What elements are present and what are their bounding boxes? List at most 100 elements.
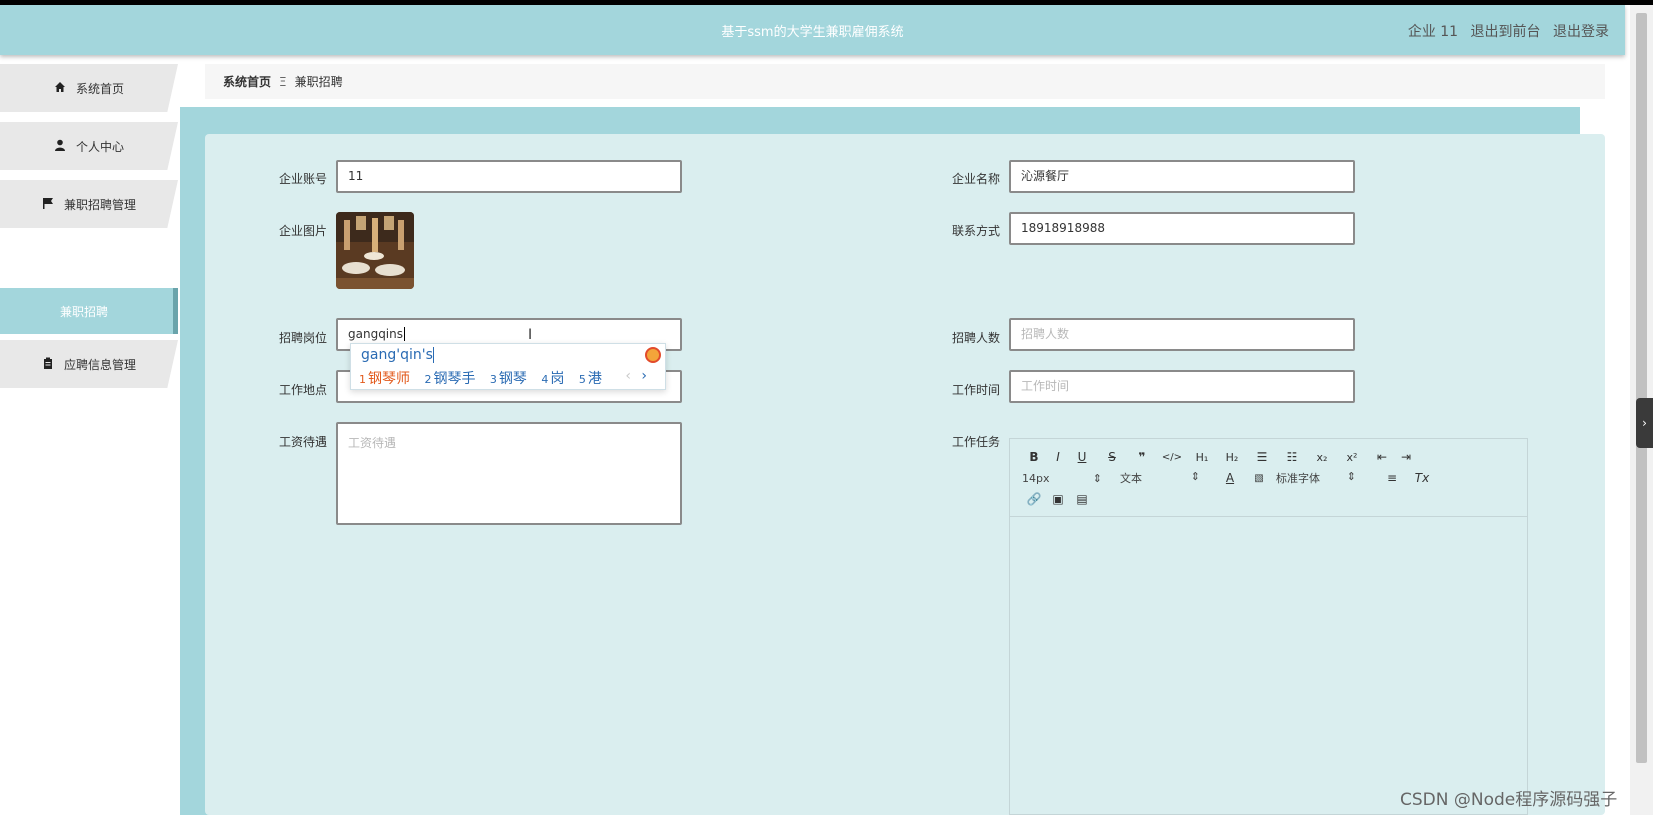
block-type-select[interactable]: 文本 ⇕: [1120, 470, 1200, 486]
clipboard-icon: [42, 357, 54, 372]
header1-icon[interactable]: H₁: [1190, 451, 1214, 464]
sidebar-item-label: 个人中心: [75, 139, 124, 154]
company-name-label: 企业名称: [951, 172, 1000, 186]
chevron-updown-icon: ⇕: [1190, 470, 1200, 483]
ime-candidate[interactable]: 5港: [579, 371, 602, 387]
ime-candidate[interactable]: 4岗: [541, 371, 564, 387]
image-icon[interactable]: ▣: [1046, 492, 1070, 506]
ime-candidate[interactable]: 3 钢琴: [490, 371, 527, 387]
contact-label: 联系方式: [951, 224, 1000, 238]
indent-icon[interactable]: ⇥: [1394, 450, 1418, 464]
header2-icon[interactable]: H₂: [1214, 451, 1250, 464]
current-user: 企业 11: [1407, 24, 1459, 40]
watermark: CSDN @Node程序源码强子: [1400, 790, 1618, 810]
strike-icon[interactable]: S: [1094, 450, 1130, 464]
bullet-list-icon[interactable]: ☷: [1274, 450, 1310, 464]
ime-candidate[interactable]: 1 钢琴师: [359, 371, 410, 387]
breadcrumb-current: 兼职招聘: [294, 75, 343, 89]
background-color-icon[interactable]: ▧: [1242, 473, 1276, 484]
font-color-icon[interactable]: A: [1218, 471, 1242, 485]
ime-pinyin: gang'qin's: [361, 347, 434, 363]
location-label: 工作地点: [278, 383, 327, 397]
breadcrumb-separator: Ξ: [279, 74, 287, 89]
ime-candidate-text: 钢琴手: [433, 371, 476, 387]
ime-candidate-text: 港: [587, 371, 602, 387]
chevron-updown-icon: ⇕: [1092, 471, 1102, 485]
ime-candidate-text: 钢琴师: [368, 371, 410, 387]
work-time-input[interactable]: 工作时间: [1009, 370, 1355, 403]
task-label: 工作任务: [951, 435, 1000, 449]
superscript-icon[interactable]: x²: [1334, 451, 1370, 464]
user-icon: [54, 139, 66, 154]
app-title: 基于ssm的大学生兼职雇佣系统: [721, 25, 904, 40]
block-type-value: 文本: [1120, 472, 1142, 485]
side-expand-tab[interactable]: ›: [1636, 398, 1653, 448]
font-size-select[interactable]: 14px ⇕: [1022, 472, 1102, 485]
outdent-icon[interactable]: ⇤: [1370, 450, 1394, 464]
salary-textarea[interactable]: 工资待遇: [336, 422, 682, 525]
headcount-input[interactable]: 招聘人数: [1009, 318, 1355, 351]
home-icon: [54, 81, 66, 96]
subscript-icon[interactable]: x₂: [1310, 451, 1334, 464]
sidebar: 系统首页 个人中心 兼职招聘管理 兼职招聘 应聘信息管理: [0, 62, 180, 815]
ime-prev-page[interactable]: ‹: [625, 368, 631, 384]
align-icon[interactable]: ≡: [1374, 471, 1410, 485]
logout-link[interactable]: 退出登录: [1553, 24, 1609, 40]
font-family-select[interactable]: 标准字体 ⇕: [1276, 470, 1356, 486]
sidebar-item-label: 兼职招聘管理: [63, 197, 136, 212]
breadcrumb-home[interactable]: 系统首页: [223, 73, 271, 90]
sidebar-item-label: 应聘信息管理: [63, 357, 136, 372]
font-size-value: 14px: [1022, 471, 1050, 485]
sidebar-subitem-job-post[interactable]: 兼职招聘: [0, 288, 178, 334]
ime-candidate[interactable]: 2 钢琴手: [424, 371, 475, 387]
company-account-input[interactable]: 11: [336, 160, 682, 193]
ime-logo-icon: [645, 347, 661, 363]
sidebar-item-label: 系统首页: [75, 81, 124, 96]
task-rich-editor: B I U S ❞ </> H₁ H₂ ☰ ☷ x₂ x² ⇤ ⇥ 14px ⇕…: [1009, 438, 1528, 815]
position-label: 招聘岗位: [278, 331, 327, 345]
toolbar-row-1: B I U S ❞ </> H₁ H₂ ☰ ☷ x₂ x² ⇤ ⇥: [1022, 447, 1418, 467]
toolbar-row-2: 14px ⇕ 文本 ⇕ A ▧ 标准字体 ⇕ ≡ Tx: [1022, 468, 1434, 488]
underline-icon[interactable]: U: [1070, 450, 1094, 464]
ime-candidate-number: 1: [359, 373, 366, 386]
salary-label: 工资待遇: [278, 435, 327, 449]
code-icon[interactable]: </>: [1154, 452, 1190, 463]
ime-candidate-number: 2: [424, 373, 432, 386]
app-header: 基于ssm的大学生兼职雇佣系统 企业 11 退出到前台 退出登录: [0, 5, 1625, 55]
company-image-label: 企业图片: [278, 224, 327, 238]
breadcrumb: 系统首页 Ξ 兼职招聘: [205, 64, 1605, 99]
ime-next-page[interactable]: ›: [641, 368, 647, 384]
company-name-input[interactable]: 沁源餐厅: [1009, 160, 1355, 193]
position-input-value: gangqins: [348, 327, 404, 341]
exit-to-front-link[interactable]: 退出到前台: [1471, 24, 1541, 40]
clear-format-icon[interactable]: Tx: [1410, 471, 1434, 485]
chevron-updown-icon: ⇕: [1346, 470, 1356, 483]
ime-pinyin-text: gang'qin's: [361, 347, 433, 363]
sidebar-item-job-management[interactable]: 兼职招聘管理: [0, 180, 178, 228]
flag-icon: [42, 197, 54, 212]
company-image[interactable]: [336, 212, 414, 289]
ime-candidate-number: 4: [541, 373, 549, 386]
text-cursor-icon: I: [528, 327, 533, 343]
ime-candidate-number: 3: [489, 373, 497, 386]
font-family-value: 标准字体: [1276, 472, 1320, 485]
ime-candidates: 1 钢琴师 2 钢琴手 3 钢琴 4岗 5港: [359, 368, 612, 388]
italic-icon[interactable]: I: [1046, 450, 1070, 464]
ime-candidate-number: 5: [578, 373, 586, 386]
work-time-label: 工作时间: [951, 383, 1000, 397]
sidebar-item-application-management[interactable]: 应聘信息管理: [0, 340, 178, 388]
headcount-label: 招聘人数: [951, 331, 1000, 345]
ordered-list-icon[interactable]: ☰: [1250, 450, 1274, 464]
ime-pager: ‹ ›: [625, 368, 647, 384]
ime-candidate-text: 岗: [550, 371, 565, 387]
video-icon[interactable]: ▤: [1070, 492, 1094, 506]
link-icon[interactable]: 🔗: [1022, 492, 1046, 506]
quote-icon[interactable]: ❞: [1130, 450, 1154, 464]
scrollbar-thumb[interactable]: [1636, 13, 1647, 763]
header-actions: 企业 11 退出到前台 退出登录: [1400, 21, 1609, 41]
bold-icon[interactable]: B: [1022, 450, 1046, 464]
sidebar-item-home[interactable]: 系统首页: [0, 64, 178, 112]
toolbar-row-3: 🔗 ▣ ▤: [1022, 489, 1094, 509]
contact-input[interactable]: 18918918988: [1009, 212, 1355, 245]
sidebar-item-profile[interactable]: 个人中心: [0, 122, 178, 170]
